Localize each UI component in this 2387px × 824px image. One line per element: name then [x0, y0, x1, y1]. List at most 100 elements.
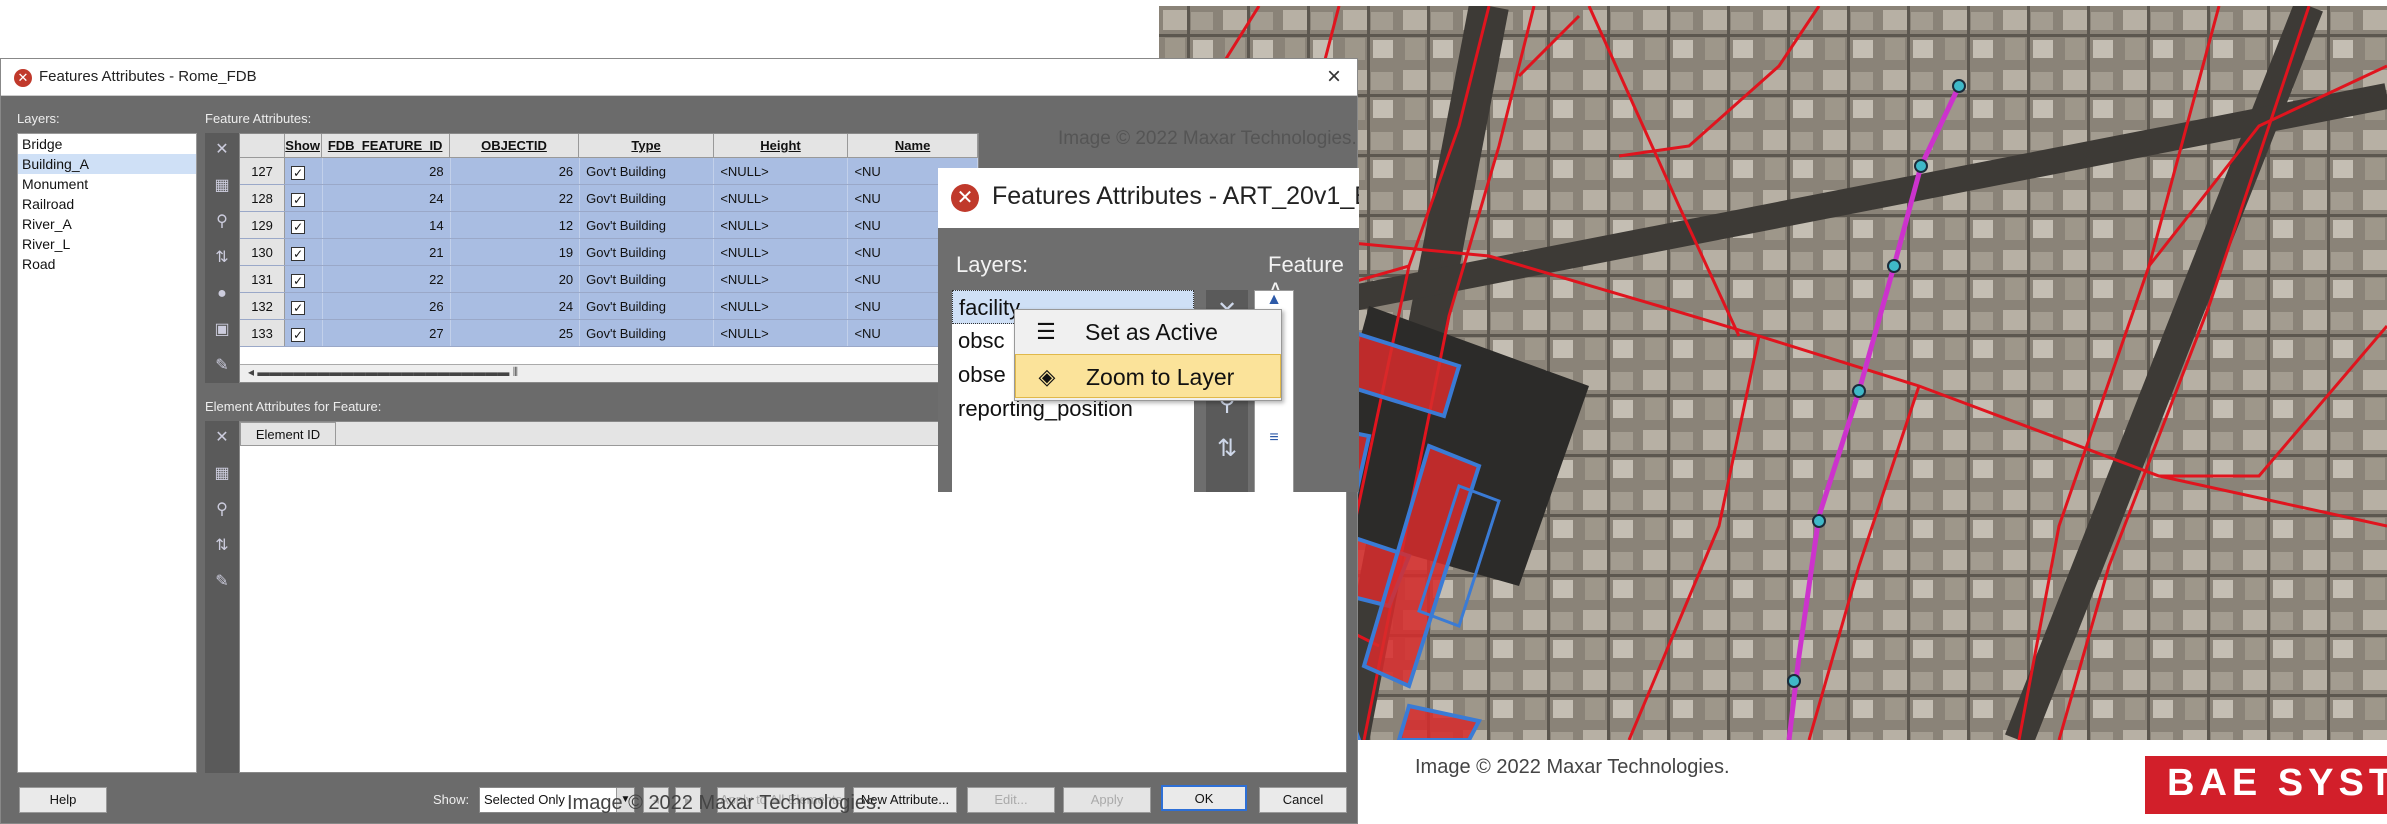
sort-icon[interactable]: ⇅ — [211, 535, 233, 557]
column-objectid[interactable]: OBJECTID — [450, 134, 580, 157]
cell-height[interactable]: <NULL> — [714, 320, 849, 346]
table-row[interactable]: 132 ✓ 26 24 Gov't Building <NULL> <NU — [240, 293, 978, 320]
cell-objectid[interactable]: 24 — [451, 293, 581, 319]
layers-list[interactable]: Bridge Building_A Monument Railroad Rive… — [17, 133, 197, 773]
edit-button[interactable]: Edit... — [967, 787, 1055, 813]
cell-objectid[interactable]: 22 — [451, 185, 581, 211]
cell-height[interactable]: <NULL> — [714, 212, 849, 238]
cell-type[interactable]: Gov't Building — [580, 320, 715, 346]
layer-item-road[interactable]: Road — [18, 254, 196, 274]
edit-icon[interactable]: ✎ — [211, 355, 233, 377]
save-icon[interactable]: ▣ — [211, 319, 233, 341]
cell-fdb-feature-id[interactable]: 21 — [323, 239, 451, 265]
scroll-grip-icon[interactable]: ≡ — [1255, 429, 1293, 447]
table-row[interactable]: 128 ✓ 24 22 Gov't Building <NULL> <NU — [240, 185, 978, 212]
cell-height[interactable]: <NULL> — [714, 293, 849, 319]
show-checkbox[interactable]: ✓ — [285, 158, 323, 184]
cell-height[interactable]: <NULL> — [714, 185, 849, 211]
header-corner — [240, 134, 285, 157]
table-row[interactable]: 131 ✓ 22 20 Gov't Building <NULL> <NU — [240, 266, 978, 293]
table-row[interactable]: 129 ✓ 14 12 Gov't Building <NULL> <NU — [240, 212, 978, 239]
checkbox-checked-icon[interactable]: ✓ — [291, 327, 306, 342]
layer-item-river-l[interactable]: River_L — [18, 234, 196, 254]
show-checkbox[interactable]: ✓ — [285, 293, 323, 319]
cell-objectid[interactable]: 26 — [451, 158, 581, 184]
column-element-id[interactable]: Element ID — [240, 422, 336, 446]
cell-type[interactable]: Gov't Building — [580, 212, 715, 238]
table-row[interactable]: 130 ✓ 21 19 Gov't Building <NULL> <NU — [240, 239, 978, 266]
cell-fdb-feature-id[interactable]: 22 — [323, 266, 451, 292]
cell-fdb-feature-id[interactable]: 26 — [323, 293, 451, 319]
row-number[interactable]: 132 — [240, 293, 286, 319]
table-icon[interactable]: ▦ — [211, 175, 233, 197]
cell-type[interactable]: Gov't Building — [580, 266, 715, 292]
clear-icon[interactable]: ✕ — [211, 427, 233, 449]
cell-type[interactable]: Gov't Building — [580, 158, 715, 184]
scroll-up-icon[interactable]: ▲ — [1255, 291, 1293, 309]
show-checkbox[interactable]: ✓ — [285, 212, 323, 238]
row-number[interactable]: 130 — [240, 239, 286, 265]
column-show[interactable]: Show — [285, 134, 322, 157]
menu-item-set-as-active[interactable]: ☰ Set as Active — [1015, 310, 1281, 354]
table-row[interactable]: 127 ✓ 28 26 Gov't Building <NULL> <NU — [240, 158, 978, 185]
row-number[interactable]: 133 — [240, 320, 286, 346]
sort-icon[interactable]: ⇅ — [211, 247, 233, 269]
cell-fdb-feature-id[interactable]: 27 — [323, 320, 451, 346]
apply-button[interactable]: Apply — [1063, 787, 1151, 813]
show-checkbox[interactable]: ✓ — [285, 239, 323, 265]
cell-type[interactable]: Gov't Building — [580, 293, 715, 319]
cell-height[interactable]: <NULL> — [714, 239, 849, 265]
clear-icon[interactable]: ✕ — [211, 139, 233, 161]
zoom-icon[interactable]: ⚲ — [211, 211, 233, 233]
layer-item-bridge[interactable]: Bridge — [18, 134, 196, 154]
checkbox-checked-icon[interactable]: ✓ — [291, 192, 306, 207]
layer-item-monument[interactable]: Monument — [18, 174, 196, 194]
cell-type[interactable]: Gov't Building — [580, 239, 715, 265]
cancel-button[interactable]: Cancel — [1259, 787, 1347, 813]
row-number[interactable]: 128 — [240, 185, 286, 211]
feature-attributes-table[interactable]: Show FDB_FEATURE_ID OBJECTID Type Height… — [239, 133, 979, 383]
help-button[interactable]: Help — [19, 787, 107, 813]
show-label: Show: — [433, 792, 470, 807]
row-number[interactable]: 127 — [240, 158, 286, 184]
checkbox-checked-icon[interactable]: ✓ — [291, 165, 306, 180]
layer-item-river-a[interactable]: River_A — [18, 214, 196, 234]
show-checkbox[interactable]: ✓ — [285, 266, 323, 292]
table-icon[interactable]: ▦ — [211, 463, 233, 485]
checkbox-checked-icon[interactable]: ✓ — [291, 246, 306, 261]
sort-icon[interactable]: ⇅ — [1212, 434, 1242, 464]
checkbox-checked-icon[interactable]: ✓ — [291, 273, 306, 288]
color-icon[interactable]: ● — [211, 283, 233, 305]
cell-objectid[interactable]: 25 — [451, 320, 581, 346]
checkbox-checked-icon[interactable]: ✓ — [291, 219, 306, 234]
cell-objectid[interactable]: 20 — [451, 266, 581, 292]
zoom-icon[interactable]: ⚲ — [211, 499, 233, 521]
layer-item-railroad[interactable]: Railroad — [18, 194, 196, 214]
column-name[interactable]: Name — [848, 134, 978, 157]
cell-fdb-feature-id[interactable]: 24 — [323, 185, 451, 211]
cell-fdb-feature-id[interactable]: 14 — [323, 212, 451, 238]
row-number[interactable]: 129 — [240, 212, 286, 238]
table-row[interactable]: 133 ✓ 27 25 Gov't Building <NULL> <NU — [240, 320, 978, 347]
show-select-value: Selected Only — [484, 792, 565, 807]
show-checkbox[interactable]: ✓ — [285, 320, 323, 346]
cell-height[interactable]: <NULL> — [714, 158, 849, 184]
cell-objectid[interactable]: 19 — [451, 239, 581, 265]
edit-icon[interactable]: ✎ — [211, 571, 233, 593]
ok-button[interactable]: OK — [1161, 785, 1247, 811]
menu-item-zoom-to-layer[interactable]: ◈ Zoom to Layer — [1015, 354, 1281, 398]
dialog2-layers-label: Layers: — [956, 252, 1029, 277]
horizontal-scrollbar[interactable]: ◂ ▬▬▬▬▬▬▬▬▬▬▬▬▬▬▬▬▬▬▬▬▬ ⦀ — [240, 364, 978, 382]
cell-objectid[interactable]: 12 — [451, 212, 581, 238]
cell-fdb-feature-id[interactable]: 28 — [323, 158, 451, 184]
row-number[interactable]: 131 — [240, 266, 286, 292]
cell-height[interactable]: <NULL> — [714, 266, 849, 292]
cell-type[interactable]: Gov't Building — [580, 185, 715, 211]
column-height[interactable]: Height — [714, 134, 849, 157]
column-fdb-feature-id[interactable]: FDB_FEATURE_ID — [322, 134, 450, 157]
close-button[interactable]: × — [1327, 63, 1341, 91]
column-type[interactable]: Type — [579, 134, 714, 157]
checkbox-checked-icon[interactable]: ✓ — [291, 300, 306, 315]
show-checkbox[interactable]: ✓ — [285, 185, 323, 211]
layer-item-building-a[interactable]: Building_A — [18, 154, 196, 174]
